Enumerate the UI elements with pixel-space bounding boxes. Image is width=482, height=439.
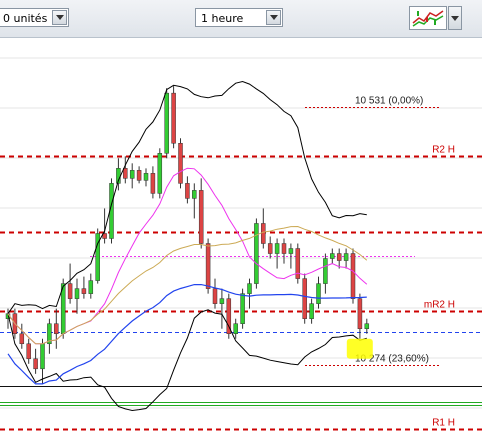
- level-label-mr2h: mR2 H: [424, 300, 455, 311]
- candle-body: [26, 343, 31, 360]
- candle-body: [123, 168, 128, 179]
- candle-body: [261, 223, 266, 244]
- candle-body: [364, 323, 370, 329]
- candle-body: [219, 298, 225, 304]
- candle-body: [198, 190, 204, 244]
- candle-body: [323, 258, 328, 284]
- candle-body: [192, 190, 197, 199]
- price-chart: 10 531 (0,00%)R2 HmR2 H10 274 (23,60%)R1…: [0, 57, 482, 431]
- level-label-r2h: R2 H: [432, 145, 455, 156]
- units-value: 0 unités: [3, 12, 48, 25]
- candle-body: [254, 223, 259, 284]
- candle-body: [267, 243, 273, 254]
- candle-body: [164, 92, 169, 154]
- candle-body: [350, 253, 356, 299]
- candle-body: [274, 243, 280, 254]
- candle-body: [336, 253, 342, 261]
- candle-body: [357, 298, 363, 329]
- candle-body: [316, 283, 321, 304]
- candle-body: [281, 243, 287, 254]
- candle-body: [136, 170, 142, 181]
- candle-body: [330, 253, 335, 259]
- candle-body: [157, 153, 163, 194]
- candle-body: [247, 283, 252, 294]
- candle-body: [309, 303, 314, 319]
- candle-body: [171, 92, 176, 144]
- candle-body: [74, 288, 80, 299]
- candle-body: [129, 170, 135, 179]
- candle-body: [150, 173, 156, 194]
- chevron-down-icon[interactable]: [52, 10, 67, 25]
- candle-body: [233, 323, 238, 334]
- level-label-r1h: R1 H: [432, 418, 455, 429]
- candle-body: [240, 293, 245, 324]
- interval-select[interactable]: 1 heure: [195, 8, 283, 27]
- chart-indicator-icon: [412, 10, 444, 27]
- candle-body: [67, 283, 73, 299]
- highlight-marker: [346, 338, 373, 359]
- candle-body: [178, 143, 183, 184]
- chart-indicator-button[interactable]: [409, 6, 447, 30]
- chevron-down-icon[interactable]: [266, 10, 281, 25]
- candle-body: [185, 183, 190, 199]
- candle-body: [54, 323, 59, 334]
- candle-body: [33, 358, 38, 370]
- candle-body: [343, 253, 349, 261]
- indicator-menu-button[interactable]: [448, 6, 462, 30]
- candle-body: [212, 288, 218, 304]
- level-label-level-10531: 10 531 (0,00%): [355, 96, 423, 107]
- candle-body: [81, 288, 87, 294]
- candle-body: [302, 278, 307, 319]
- candle-body: [88, 280, 94, 294]
- candle-body: [205, 243, 211, 289]
- chart-toolbar: 0 unités 1 heure: [0, 0, 482, 38]
- candle-body: [288, 248, 294, 254]
- candle-body: [19, 333, 25, 345]
- chevron-down-icon: [451, 16, 459, 21]
- interval-value: 1 heure: [201, 12, 244, 25]
- candle-body: [40, 343, 45, 370]
- candle-body: [143, 173, 149, 181]
- units-select[interactable]: 0 unités: [0, 8, 69, 27]
